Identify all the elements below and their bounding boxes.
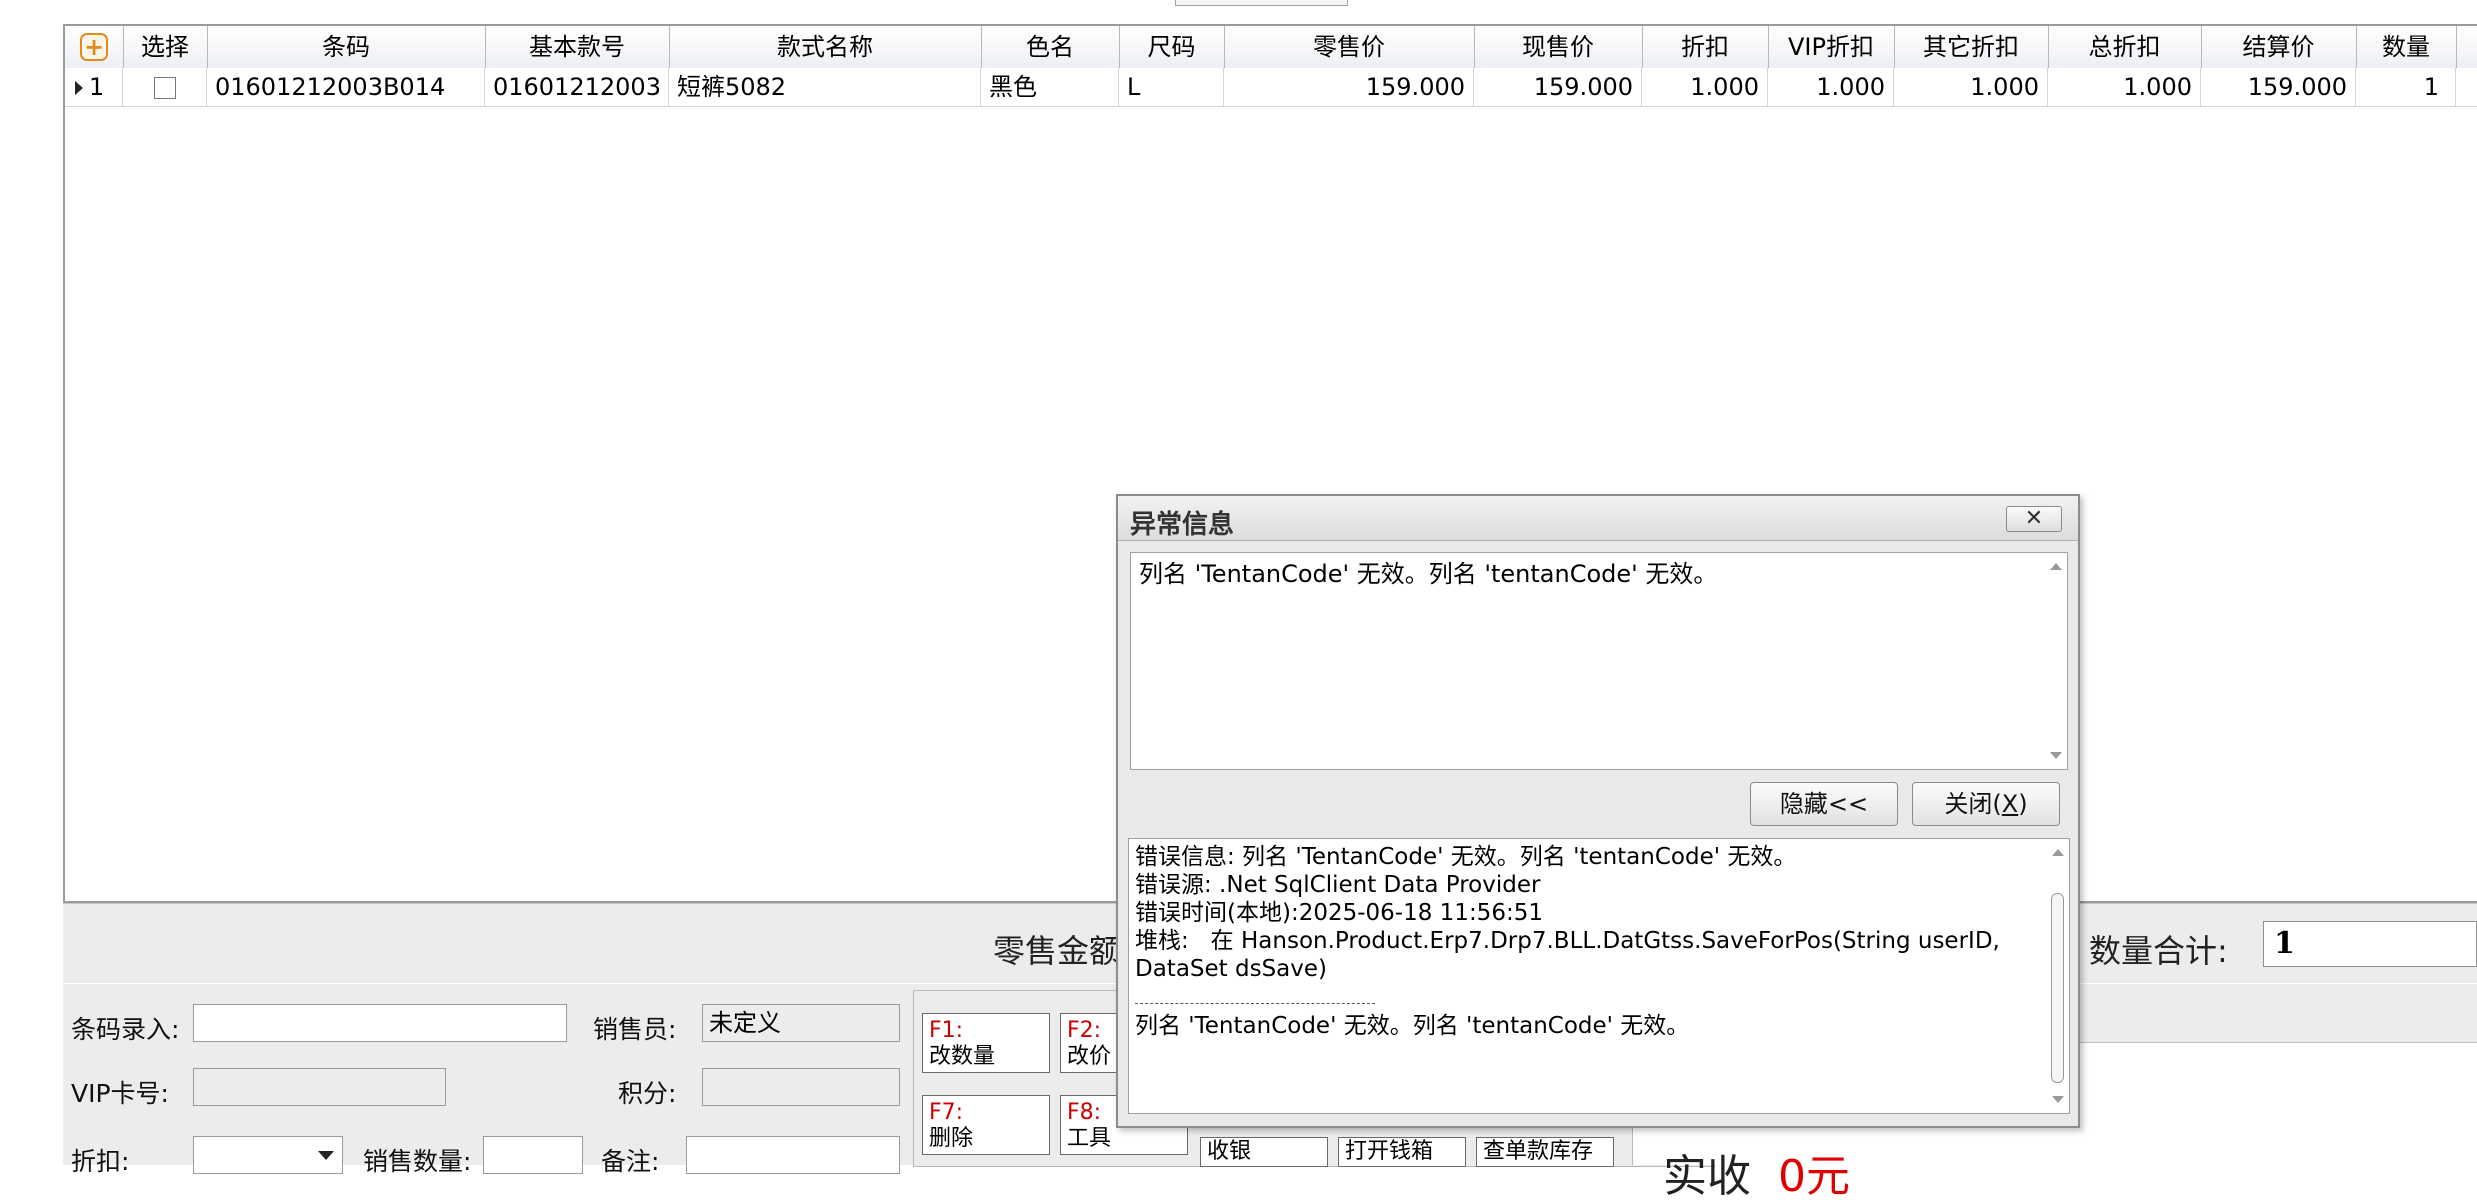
- paid-label: 实收: [1663, 1151, 1751, 1202]
- stack-line-continued: DataSet dsSave): [1135, 956, 1328, 982]
- remark-label: 备注:: [601, 1147, 660, 1176]
- chevron-down-icon[interactable]: [318, 1151, 334, 1160]
- cell-vip-discount[interactable]: 1.000: [1768, 68, 1894, 106]
- cell-qty[interactable]: 1: [2356, 68, 2456, 106]
- remark-input[interactable]: [686, 1136, 900, 1174]
- close-button[interactable]: 关闭(X): [1912, 782, 2060, 826]
- barcode-entry-input[interactable]: [193, 1004, 567, 1042]
- col-header-qty[interactable]: 数量: [2356, 26, 2457, 68]
- stack-line: 堆栈: 在 Hanson.Product.Erp7.Drp7.BLL.DatGt…: [1135, 928, 2000, 954]
- cell-size[interactable]: L: [1119, 68, 1224, 106]
- col-header-style-name[interactable]: 款式名称: [669, 26, 982, 68]
- detail-scrollbar[interactable]: [2047, 839, 2069, 1113]
- col-header-discount[interactable]: 折扣: [1642, 26, 1769, 68]
- table-row[interactable]: 1 01601212003B014 01601212003 短裤5082 黑色 …: [65, 68, 2477, 107]
- col-header-vip-discount[interactable]: VIP折扣: [1768, 26, 1895, 68]
- error-message-repeat: 列名 'TentanCode' 无效。列名 'tentanCode' 无效。: [1135, 1013, 1690, 1039]
- points-label: 积分:: [618, 1079, 677, 1108]
- row-pointer-icon: [75, 81, 83, 95]
- salesperson-field[interactable]: 未定义: [702, 1004, 900, 1042]
- hide-details-button[interactable]: 隐藏<<: [1750, 782, 1898, 826]
- open-cash-drawer-button[interactable]: 打开钱箱: [1338, 1137, 1466, 1167]
- checkout-button[interactable]: 收银: [1200, 1137, 1328, 1167]
- fkey-change-qty[interactable]: F1: 改数量: [922, 1013, 1050, 1073]
- scroll-down-icon[interactable]: [2052, 1096, 2064, 1103]
- dialog-title-bar[interactable]: 异常信息 ✕: [1118, 496, 2078, 541]
- error-detail-box[interactable]: 错误信息: 列名 'TentanCode' 无效。列名 'tentanCode'…: [1128, 838, 2070, 1114]
- top-toolbar-stub: [1175, 0, 1348, 6]
- error-time-line: 错误时间(本地):2025-06-18 11:56:51: [1135, 900, 1543, 926]
- add-row-header[interactable]: +: [65, 26, 124, 68]
- col-header-select[interactable]: 选择: [123, 26, 208, 68]
- detail-separator: [1135, 989, 1375, 1004]
- cell-style-name[interactable]: 短裤5082: [669, 68, 981, 106]
- error-message-box[interactable]: 列名 'TentanCode' 无效。列名 'tentanCode' 无效。: [1130, 552, 2068, 770]
- vip-card-label: VIP卡号:: [71, 1079, 169, 1108]
- col-header-barcode[interactable]: 条码: [207, 26, 486, 68]
- col-header-total-discount[interactable]: 总折扣: [2048, 26, 2202, 68]
- barcode-entry-label: 条码录入:: [71, 1015, 180, 1044]
- col-header-retail-price[interactable]: 零售价: [1224, 26, 1475, 68]
- col-header-size[interactable]: 尺码: [1119, 26, 1225, 68]
- scroll-up-icon[interactable]: [2052, 849, 2064, 856]
- check-style-stock-button[interactable]: 查单款库存: [1476, 1137, 1614, 1167]
- discount-select[interactable]: [193, 1136, 343, 1174]
- sale-qty-label: 销售数量:: [363, 1147, 472, 1176]
- cell-color[interactable]: 黑色: [981, 68, 1119, 106]
- cell-other-discount[interactable]: 1.000: [1894, 68, 2048, 106]
- add-row-icon[interactable]: +: [80, 33, 108, 61]
- row-select-checkbox[interactable]: [153, 77, 176, 99]
- row-select-cell[interactable]: [123, 68, 207, 106]
- cell-settle-price[interactable]: 159.000: [2201, 68, 2356, 106]
- paid-value: 0元: [1778, 1151, 1850, 1202]
- vip-card-input[interactable]: [193, 1068, 446, 1106]
- points-field: [702, 1068, 900, 1106]
- cell-total-discount[interactable]: 1.000: [2048, 68, 2201, 106]
- fkey-delete[interactable]: F7: 删除: [922, 1095, 1050, 1155]
- cell-discount[interactable]: 1.000: [1642, 68, 1768, 106]
- error-message-text: 列名 'TentanCode' 无效。列名 'tentanCode' 无效。: [1139, 560, 1718, 588]
- scroll-up-icon[interactable]: [2050, 563, 2062, 570]
- qty-total-label: 数量合计:: [2089, 932, 2228, 970]
- row-indicator[interactable]: 1: [65, 68, 123, 106]
- cell-barcode[interactable]: 01601212003B014: [207, 68, 485, 106]
- col-header-current-price[interactable]: 现售价: [1474, 26, 1643, 68]
- error-source-line: 错误源: .Net SqlClient Data Provider: [1135, 872, 1541, 898]
- close-icon[interactable]: ✕: [2006, 506, 2062, 532]
- salesperson-label: 销售员:: [593, 1015, 677, 1044]
- error-info-line: 错误信息: 列名 'TentanCode' 无效。列名 'tentanCode'…: [1135, 844, 1797, 870]
- grid-header: + 选择 条码 基本款号 款式名称 色名 尺码 零售价 现售价 折扣 VIP折扣…: [65, 26, 2477, 69]
- dialog-title: 异常信息: [1130, 510, 1235, 540]
- retail-amount-label: 零售金额: [993, 932, 1122, 970]
- scroll-thumb[interactable]: [2051, 893, 2064, 1083]
- exception-dialog[interactable]: 异常信息 ✕ 列名 'TentanCode' 无效。列名 'tentanCode…: [1116, 494, 2080, 1128]
- cell-base-style[interactable]: 01601212003: [485, 68, 669, 106]
- cell-retail-price[interactable]: 159.000: [1224, 68, 1474, 106]
- col-header-settle-price[interactable]: 结算价: [2201, 26, 2357, 68]
- message-scrollbar[interactable]: [2045, 553, 2067, 769]
- col-header-other-discount[interactable]: 其它折扣: [1894, 26, 2049, 68]
- col-header-color[interactable]: 色名: [981, 26, 1120, 68]
- qty-total-field: 1: [2263, 921, 2477, 967]
- col-header-base-style[interactable]: 基本款号: [485, 26, 670, 68]
- cell-current-price[interactable]: 159.000: [1474, 68, 1642, 106]
- scroll-down-icon[interactable]: [2050, 752, 2062, 759]
- discount-label: 折扣:: [71, 1147, 130, 1176]
- sale-qty-input[interactable]: [483, 1136, 583, 1174]
